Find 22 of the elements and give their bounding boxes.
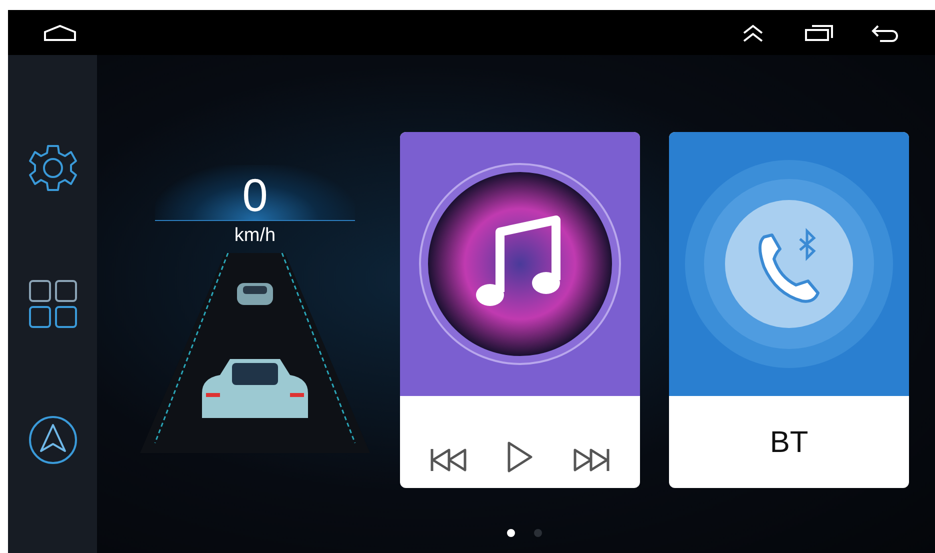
previous-track-icon (429, 446, 468, 474)
apps-button[interactable] (28, 279, 78, 329)
play-button[interactable] (506, 440, 534, 474)
next-track-icon (572, 446, 611, 474)
speed-value: 0 (242, 172, 268, 218)
recent-apps-icon (804, 24, 834, 42)
previous-track-button[interactable] (429, 446, 468, 474)
settings-button[interactable] (26, 143, 78, 193)
next-track-button[interactable] (572, 446, 611, 474)
play-icon (506, 440, 534, 474)
home-icon (43, 24, 77, 42)
navigation-button[interactable] (28, 415, 78, 465)
settings-icon (26, 143, 78, 193)
music-note-disc-icon (418, 162, 622, 366)
grid-icon (28, 279, 78, 329)
music-card[interactable] (400, 132, 640, 488)
speed-unit: km/h (234, 224, 276, 248)
back-icon (870, 24, 900, 42)
card-label: BT (770, 424, 808, 460)
bluetooth-phone-card[interactable]: BT (669, 132, 909, 488)
bluetooth-phone-icon (684, 159, 894, 369)
double-chevron-up-icon (741, 22, 765, 42)
